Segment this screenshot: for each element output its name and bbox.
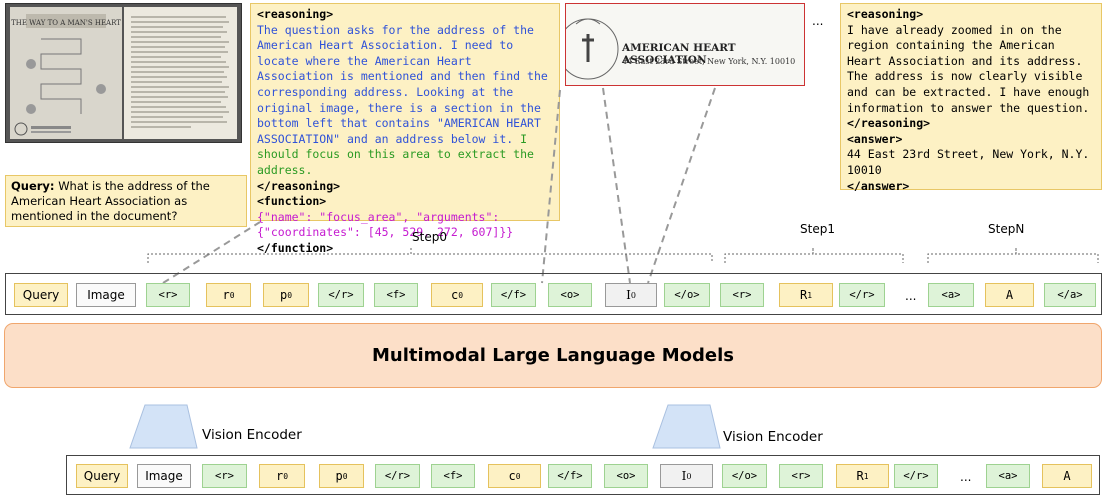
bottom-sequence-token: </f>: [548, 464, 592, 488]
top-sequence-token: <o>: [548, 283, 592, 307]
vision-encoder-left-label: Vision Encoder: [202, 427, 302, 443]
multimodal-llm-block: Multimodal Large Language Models: [4, 323, 1102, 388]
bottom-sequence-token: r0: [259, 464, 305, 488]
connector-lines: [129, 87, 1099, 449]
top-sequence-token: </r>: [318, 283, 364, 307]
vision-encoder-right-shape: [652, 404, 721, 449]
top-sequence-token: <r>: [720, 283, 764, 307]
top-sequence-token: c0: [431, 283, 483, 307]
bottom-sequence-token: R1: [836, 464, 889, 488]
bottom-sequence-token: </r>: [894, 464, 938, 488]
bottom-sequence-ellipsis: ...: [960, 470, 972, 484]
bottom-sequence-token: Image: [137, 464, 191, 488]
top-sequence-token: p0: [263, 283, 309, 307]
step0-label: Step0: [412, 230, 447, 244]
bottom-sequence-token: Query: [76, 464, 128, 488]
step-brackets: [147, 248, 1099, 263]
bottom-sequence-token: <r>: [779, 464, 823, 488]
top-sequence-token: r0: [206, 283, 251, 307]
top-sequence-token: </o>: [664, 283, 710, 307]
bottom-sequence-token: <a>: [986, 464, 1030, 488]
top-sequence-token: <a>: [928, 283, 974, 307]
top-sequence-token: <r>: [146, 283, 190, 307]
bottom-sequence-token: <o>: [604, 464, 648, 488]
top-sequence-token: A: [985, 283, 1034, 307]
bottom-sequence-token: c0: [488, 464, 541, 488]
top-sequence-token: </r>: [839, 283, 885, 307]
top-sequence-token: I0: [605, 283, 657, 307]
top-sequence-ellipsis: ...: [905, 289, 917, 303]
llm-label: Multimodal Large Language Models: [371, 345, 734, 366]
bottom-sequence-token: p0: [319, 464, 364, 488]
vision-encoder-right-label: Vision Encoder: [723, 429, 823, 445]
top-sequence-token: R1: [779, 283, 833, 307]
bottom-sequence-token: <f>: [431, 464, 475, 488]
stepN-label: StepN: [988, 222, 1025, 236]
bottom-sequence-token: </r>: [375, 464, 420, 488]
bottom-sequence-token: I0: [660, 464, 713, 488]
top-sequence-token: <f>: [374, 283, 418, 307]
top-sequence-token: Query: [14, 283, 68, 307]
bottom-sequence-token: </o>: [722, 464, 767, 488]
top-sequence-token: </a>: [1044, 283, 1096, 307]
vision-encoder-left-shape: [129, 404, 198, 449]
bottom-sequence-token: A: [1042, 464, 1092, 488]
bottom-sequence-token: <r>: [202, 464, 247, 488]
top-sequence-token: Image: [76, 283, 136, 307]
top-sequence-token: </f>: [491, 283, 536, 307]
step1-label: Step1: [800, 222, 835, 236]
